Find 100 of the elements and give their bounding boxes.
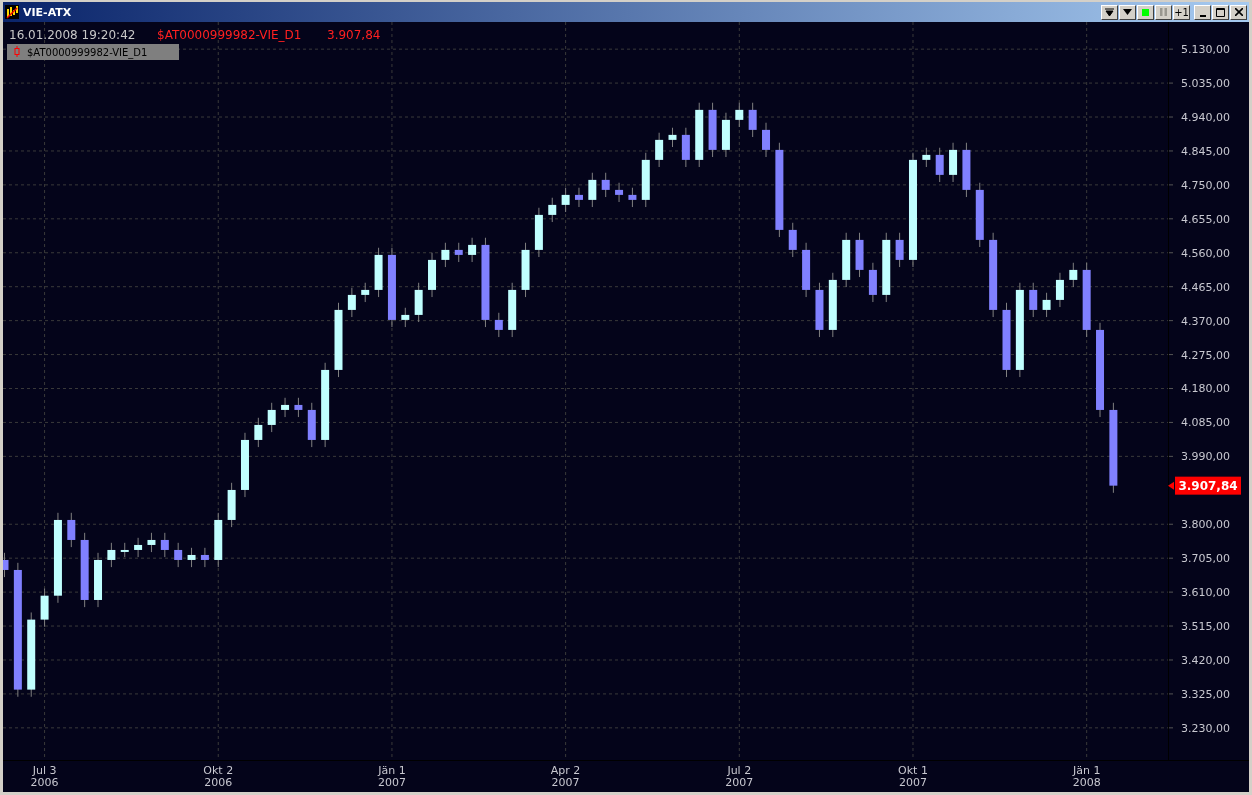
triangle-down-icon [1123,9,1132,15]
axis-label: 4.750,00 [1181,178,1230,192]
candle [401,307,410,328]
axis-label: 3.515,00 [1181,620,1230,634]
candle [548,197,557,223]
candle [815,282,824,338]
last-price: 3.907,84 [327,28,381,42]
axis-label: Apr 2 2007 [550,764,581,789]
axis-label: 4.085,00 [1181,416,1230,430]
candle [735,102,744,128]
candle [601,172,610,198]
candle [855,232,864,278]
candle [975,182,984,248]
candle [200,547,209,568]
candle [307,402,316,448]
axis-label: 4.370,00 [1181,314,1230,328]
candle [107,542,116,568]
chart-icon [5,5,19,19]
candle [227,482,236,528]
candle [1029,282,1038,318]
axis-label: 3.990,00 [1181,450,1230,464]
candle [882,232,891,303]
axis-label: 3.420,00 [1181,654,1230,667]
candle [1042,292,1051,318]
pause-icon [1160,8,1167,16]
axis-label: 4.180,00 [1181,382,1230,396]
candle [1069,262,1078,288]
candle [842,232,851,288]
candle [708,102,717,158]
candle [214,512,223,568]
axis-label: Jul 3 2006 [30,764,59,789]
candle [641,152,650,208]
candle [681,127,690,168]
candle [561,187,570,213]
axis-label: 4.845,00 [1181,144,1230,158]
candle [134,537,143,558]
axis-label: 4.465,00 [1181,280,1230,294]
live-button[interactable] [1137,4,1154,20]
candle [241,432,249,498]
candle [468,237,477,263]
candle [762,122,770,158]
candle [374,247,383,298]
axis-label: 4.275,00 [1181,348,1230,362]
double-arrow-down-icon [1105,7,1114,17]
candle [922,147,931,168]
minimize-button[interactable] [1194,4,1211,20]
candle [521,242,530,298]
candle [147,532,156,553]
step-button[interactable]: +1 [1173,4,1190,20]
candle [895,232,904,268]
maximize-button[interactable] [1212,4,1229,20]
axis-label: 4.655,00 [1181,212,1230,226]
candle [3,552,9,578]
candle [668,127,677,148]
candle [120,542,129,558]
candle [802,242,811,298]
candle [441,242,450,268]
axis-label: 3.325,00 [1181,687,1230,701]
candle [721,112,730,158]
axis-label: Okt 2 2006 [203,764,234,789]
candle [508,282,517,338]
candle [628,187,637,208]
candle [748,102,757,138]
candle [267,402,276,433]
candle [494,312,503,338]
candle [868,262,877,303]
window-title: VIE-ATX [23,5,72,19]
axis-label: Jul 2 2007 [725,764,754,789]
close-button[interactable] [1230,4,1247,20]
minimize-icon [1199,14,1206,17]
axis-label: 3.610,00 [1181,586,1230,600]
axis-label: Okt 1 2007 [898,764,928,789]
candle [588,172,597,208]
candle [454,242,463,263]
scroll-end-button[interactable] [1101,4,1118,20]
close-icon [1234,8,1243,16]
scroll-button[interactable] [1119,4,1136,20]
candle [828,272,837,338]
axis-label: 3.230,00 [1181,721,1230,735]
axis-label: Jän 1 2008 [1072,764,1101,789]
axis-label: 4.560,00 [1181,246,1230,260]
candle [575,187,583,208]
axis-label: 4.940,00 [1181,111,1230,124]
candle [534,207,543,258]
candle [788,222,797,258]
timestamp: 16.01.2008 19:20:42 [9,28,136,42]
candle [67,512,76,548]
candle [347,287,356,318]
candle [428,252,436,298]
candle [94,552,102,608]
candle [615,182,624,203]
symbol-label: $AT0000999982-VIE_D1 [157,28,302,42]
axis-label: 5.130,00 [1181,43,1230,57]
axis-label: 3.800,00 [1181,518,1230,532]
maximize-icon [1216,7,1225,17]
candle [962,142,971,198]
candle [361,282,370,303]
candle [187,547,196,568]
axis-label: 5.035,00 [1181,77,1230,91]
legend-label: $AT0000999982-VIE_D1 [27,47,148,58]
